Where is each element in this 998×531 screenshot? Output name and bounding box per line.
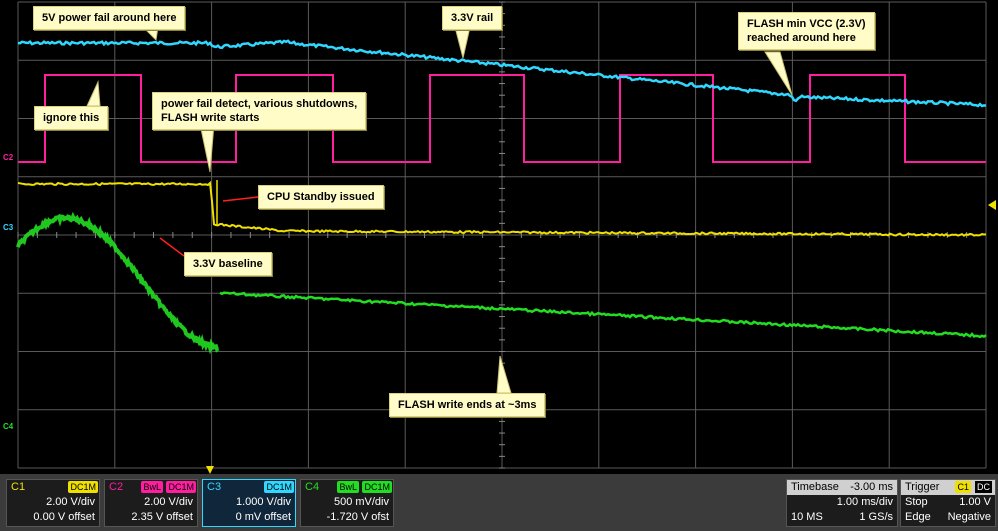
trigger-coupling-badge: DC (975, 481, 992, 493)
vdiv-value: 500 mV/div (333, 496, 389, 508)
trigger-level: 1.00 V (959, 496, 991, 508)
timebase-delay: -3.00 ms (850, 481, 893, 493)
bandwidth-limit-badge: BwL (141, 481, 163, 493)
trigger-box[interactable]: Trigger C1 DC Stop 1.00 V Edge Negative (900, 479, 996, 527)
waveform-display[interactable] (0, 0, 998, 531)
bandwidth-limit-badge: BwL (337, 481, 359, 493)
trigger-position-marker[interactable] (206, 466, 214, 474)
annotation-3v3-baseline: 3.3V baseline (184, 252, 272, 276)
offset-value: -1.720 V ofst (326, 511, 389, 523)
timebase-box[interactable]: Timebase -3.00 ms 1.00 ms/div 10 MS 1 GS… (786, 479, 898, 527)
timebase-tdiv: 1.00 ms/div (836, 496, 893, 508)
trace-label-c2: C2 (3, 153, 14, 162)
trace-label-c4: C4 (3, 422, 14, 431)
offset-value: 0 mV offset (235, 511, 291, 523)
annotation-ignore-this: ignore this (34, 106, 109, 130)
timebase-samples: 10 MS (791, 511, 823, 523)
trigger-mode: Stop (905, 496, 928, 508)
trigger-slope: Negative (947, 511, 991, 523)
coupling-badge: DC1M (166, 481, 196, 493)
trigger-label: Trigger (905, 481, 940, 493)
annotation-cpu-standby: CPU Standby issued (258, 185, 384, 209)
offset-value: 2.35 V offset (131, 511, 193, 523)
channel-box-c4[interactable]: C4 BwL DC1M 500 mV/div -1.720 V ofst (300, 479, 394, 527)
channel-name: C1 (11, 481, 26, 493)
trigger-source-badge: C1 (955, 481, 971, 493)
annotation-power-fail-detect: power fail detect, various shutdowns, FL… (152, 92, 367, 130)
channel-box-c1[interactable]: C1 DC1M 2.00 V/div 0.00 V offset (6, 479, 100, 527)
coupling-badge: DC1M (362, 481, 392, 493)
channel-box-c2[interactable]: C2 BwL DC1M 2.00 V/div 2.35 V offset (104, 479, 198, 527)
channel-box-c3[interactable]: C3 DC1M 1.000 V/div 0 mV offset (202, 479, 296, 527)
annotation-3v3-rail: 3.3V rail (442, 6, 503, 30)
trigger-type: Edge (905, 511, 931, 523)
annotation-flash-min-vcc: FLASH min VCC (2.3V) reached around here (738, 12, 875, 50)
coupling-badge: DC1M (264, 481, 294, 493)
offset-value: 0.00 V offset (33, 511, 95, 523)
timebase-rate: 1 GS/s (859, 511, 893, 523)
channel-name: C2 (109, 481, 124, 493)
channel-name: C3 (207, 481, 222, 493)
trigger-level-marker[interactable] (988, 200, 996, 210)
status-panel: C1 DC1M 2.00 V/div 0.00 V offset C2 BwL … (0, 474, 998, 531)
timebase-label: Timebase (791, 481, 839, 493)
vdiv-value: 1.000 V/div (235, 496, 291, 508)
trace-label-c3: C3 (3, 223, 14, 232)
coupling-badge: DC1M (68, 481, 98, 493)
vdiv-value: 2.00 V/div (46, 496, 95, 508)
annotation-5v-power-fail: 5V power fail around here (33, 6, 186, 30)
channel-name: C4 (305, 481, 320, 493)
vdiv-value: 2.00 V/div (144, 496, 193, 508)
annotation-flash-write-ends: FLASH write ends at ~3ms (389, 393, 546, 417)
